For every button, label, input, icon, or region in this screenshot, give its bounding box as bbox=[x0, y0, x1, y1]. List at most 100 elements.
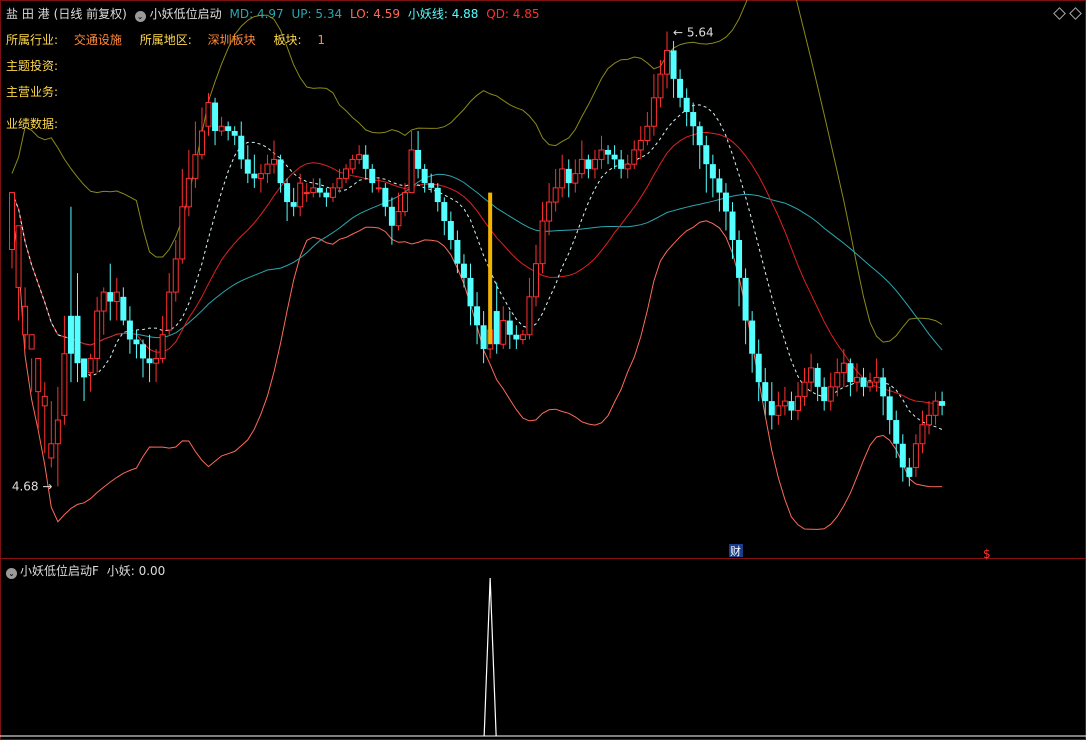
candle-body bbox=[225, 126, 232, 131]
candle-body bbox=[736, 239, 743, 278]
region-value[interactable]: 深圳板块 bbox=[208, 33, 256, 47]
candle-body bbox=[919, 424, 926, 445]
main-header: 盐 田 港 (日线 前复权) ⌄ 小妖低位启动 MD: 4.97 UP: 5.34 … bbox=[6, 5, 544, 22]
candle-body bbox=[434, 187, 441, 203]
candle-body bbox=[703, 145, 710, 165]
candle-body bbox=[415, 149, 422, 169]
candle-body bbox=[546, 201, 553, 222]
candle-body bbox=[775, 405, 782, 416]
candle-body bbox=[159, 334, 166, 359]
candle-body bbox=[94, 310, 101, 359]
finance-marker: 财 bbox=[730, 544, 741, 558]
candle-body bbox=[349, 158, 356, 170]
candle-body bbox=[303, 192, 310, 195]
indicator-name[interactable]: 小妖低位启动 bbox=[150, 7, 222, 21]
sub-value: 小妖: 0.00 bbox=[106, 564, 166, 578]
candle-body bbox=[316, 187, 323, 193]
candle-body bbox=[395, 211, 402, 227]
candle-body bbox=[113, 291, 120, 303]
candle-body bbox=[565, 168, 572, 184]
candle-body bbox=[61, 353, 68, 416]
candle-body bbox=[192, 154, 199, 179]
candle-body bbox=[657, 73, 664, 99]
candle-body bbox=[696, 126, 703, 146]
candle-body bbox=[506, 320, 513, 335]
qd-value: QD: 4.85 bbox=[486, 7, 540, 21]
candle-body bbox=[591, 158, 598, 170]
candle-body bbox=[474, 306, 481, 326]
candle-body bbox=[120, 296, 127, 321]
sub-indicator-menu-icon[interactable]: ⌄ bbox=[6, 568, 17, 579]
candle-body bbox=[598, 149, 605, 160]
candle-body bbox=[408, 149, 415, 194]
industry-value[interactable]: 交通设施 bbox=[74, 33, 122, 47]
candle-body bbox=[107, 292, 114, 302]
candle-body bbox=[100, 291, 107, 312]
candle-body bbox=[41, 395, 48, 407]
candle-body bbox=[526, 296, 533, 336]
candle-body bbox=[421, 168, 428, 184]
candle-body bbox=[664, 49, 670, 75]
stock-name[interactable]: 盐 田 港 bbox=[6, 7, 50, 21]
candle-body bbox=[9, 192, 15, 250]
period-label[interactable]: (日线 前复权) bbox=[54, 7, 127, 21]
sector-value[interactable]: 1 bbox=[317, 33, 325, 47]
candle-body bbox=[867, 381, 874, 388]
candle-body bbox=[932, 400, 939, 416]
candle-body bbox=[788, 401, 795, 411]
candle-body bbox=[650, 97, 657, 127]
xy-value: 小妖线: 4.88 bbox=[407, 7, 479, 21]
candle-body bbox=[28, 334, 35, 350]
candle-body bbox=[140, 344, 146, 359]
candle-body bbox=[768, 401, 775, 416]
candle-body bbox=[880, 377, 887, 397]
candle-body bbox=[81, 358, 88, 378]
candle-body bbox=[251, 173, 258, 179]
candle-body bbox=[172, 258, 179, 293]
candle-body bbox=[198, 130, 205, 156]
candle-body bbox=[277, 159, 284, 184]
candle-body bbox=[644, 125, 651, 141]
up-value: UP: 5.34 bbox=[291, 7, 343, 21]
sub-title[interactable]: 小妖低位启动F bbox=[20, 564, 99, 578]
candle-body bbox=[624, 163, 631, 170]
candle-body bbox=[356, 154, 363, 160]
candle-body bbox=[618, 159, 625, 169]
candle-body bbox=[343, 168, 350, 179]
candle-body bbox=[87, 357, 94, 374]
candle-body bbox=[814, 367, 821, 387]
candle-body bbox=[35, 357, 42, 393]
candle-body bbox=[840, 362, 847, 374]
candle-body bbox=[519, 334, 526, 340]
candle-body bbox=[572, 173, 579, 184]
candle-body bbox=[611, 154, 618, 160]
candle-body bbox=[447, 221, 454, 240]
candle-body bbox=[552, 187, 559, 203]
candle-body bbox=[185, 177, 192, 208]
candle-body bbox=[244, 159, 251, 174]
candle-body bbox=[166, 291, 173, 331]
candle-body bbox=[382, 187, 389, 207]
candle-body bbox=[513, 334, 520, 340]
kline-chart[interactable]: ← 5.64 4.68 → 财 $ bbox=[0, 0, 1086, 740]
candle-body bbox=[388, 206, 395, 226]
candle-body bbox=[323, 192, 330, 198]
indicator-menu-icon[interactable]: ⌄ bbox=[134, 11, 146, 22]
candle-body bbox=[729, 211, 736, 240]
candle-body bbox=[533, 263, 539, 298]
candle-body bbox=[454, 239, 461, 264]
candle-body bbox=[906, 467, 913, 477]
candle-body bbox=[821, 386, 828, 402]
candle-body bbox=[834, 372, 841, 388]
candle-body bbox=[460, 263, 467, 278]
region-label: 所属地区: bbox=[139, 33, 192, 47]
xy-dashed-line bbox=[11, 104, 943, 430]
candle-body bbox=[585, 159, 592, 169]
candle-body bbox=[605, 149, 612, 155]
candle-body bbox=[683, 97, 690, 113]
candle-body bbox=[329, 187, 336, 198]
candle-body bbox=[480, 325, 487, 349]
candle-body bbox=[271, 158, 277, 165]
md-line bbox=[11, 131, 943, 407]
candle-body bbox=[284, 183, 291, 203]
